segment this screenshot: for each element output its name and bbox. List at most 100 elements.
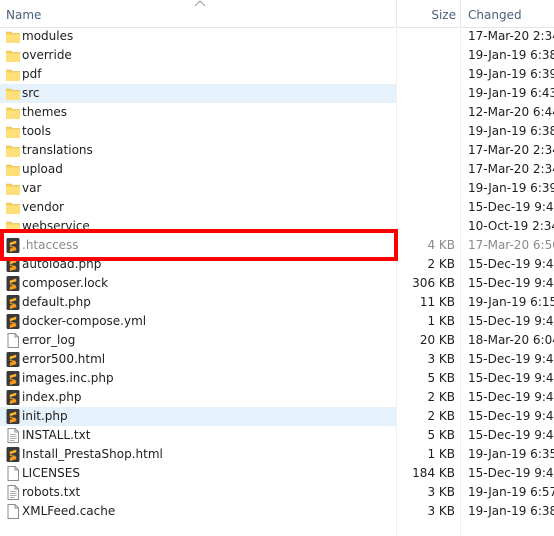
blank-file-icon xyxy=(5,503,21,520)
file-size: 3 KB xyxy=(427,352,455,366)
file-changed-date: 19-Jan-19 6:38:0 xyxy=(468,124,554,138)
file-name: INSTALL.txt xyxy=(22,428,91,442)
file-name: default.php xyxy=(22,295,91,309)
folder-icon xyxy=(5,180,21,197)
sublime-file-icon xyxy=(5,237,21,254)
file-row[interactable]: default.php 11 KB 19-Jan-19 6:15:3 xyxy=(0,293,554,312)
file-row[interactable]: vendor 15-Dec-19 9:47:0 xyxy=(0,198,554,217)
file-name: webservice xyxy=(22,219,90,233)
file-name: index.php xyxy=(22,390,82,404)
file-name: pdf xyxy=(22,67,42,81)
file-name: .htaccess xyxy=(22,238,79,252)
file-changed-date: 15-Dec-19 9:42:4 xyxy=(468,371,554,385)
file-row[interactable]: error_log 20 KB 18-Mar-20 6:04:4 xyxy=(0,331,554,350)
file-changed-date: 15-Dec-19 9:42:4 xyxy=(468,314,554,328)
file-row[interactable]: index.php 2 KB 15-Dec-19 9:42:4 xyxy=(0,388,554,407)
file-row[interactable]: override 19-Jan-19 6:38:4 xyxy=(0,46,554,65)
file-row[interactable]: images.inc.php 5 KB 15-Dec-19 9:42:4 xyxy=(0,369,554,388)
folder-icon xyxy=(5,85,21,102)
sublime-file-icon xyxy=(5,313,21,330)
file-name: themes xyxy=(22,105,68,119)
file-row[interactable]: LICENSES 184 KB 15-Dec-19 9:42:2 xyxy=(0,464,554,483)
file-row[interactable]: autoload.php 2 KB 15-Dec-19 9:42:4 xyxy=(0,255,554,274)
file-size: 3 KB xyxy=(427,504,455,518)
folder-icon xyxy=(5,218,21,235)
blank-file-icon xyxy=(5,332,21,349)
column-separator[interactable] xyxy=(460,0,461,27)
file-changed-date: 10-Oct-19 2:34:3 xyxy=(468,219,554,233)
file-size: 2 KB xyxy=(427,390,455,404)
file-changed-date: 15-Dec-19 9:42:4 xyxy=(468,257,554,271)
file-changed-date: 15-Dec-19 9:47:0 xyxy=(468,200,554,214)
file-size: 184 KB xyxy=(412,466,455,480)
file-row[interactable]: translations 17-Mar-20 2:34:5 xyxy=(0,141,554,160)
file-row[interactable]: Install_PrestaShop.html 1 KB 19-Jan-19 6:3… xyxy=(0,445,554,464)
file-row[interactable]: INSTALL.txt 5 KB 15-Dec-19 9:42:2 xyxy=(0,426,554,445)
column-header-changed[interactable]: Changed xyxy=(468,0,554,27)
file-changed-date: 19-Jan-19 6:35:3 xyxy=(468,447,554,461)
file-name: images.inc.php xyxy=(22,371,114,385)
file-name: Install_PrestaShop.html xyxy=(22,447,163,461)
blank-file-icon xyxy=(5,465,21,482)
folder-icon xyxy=(5,66,21,83)
file-changed-date: 15-Dec-19 9:42:2 xyxy=(468,466,554,480)
file-row[interactable]: tools 19-Jan-19 6:38:0 xyxy=(0,122,554,141)
file-size: 306 KB xyxy=(412,276,455,290)
file-name: docker-compose.yml xyxy=(22,314,147,328)
file-size: 5 KB xyxy=(427,428,455,442)
sublime-file-icon xyxy=(5,294,21,311)
folder-icon xyxy=(5,199,21,216)
file-row[interactable]: var 19-Jan-19 6:39:1 xyxy=(0,179,554,198)
file-row[interactable]: .htaccess 4 KB 17-Mar-20 6:50:0 xyxy=(0,236,554,255)
file-name: var xyxy=(22,181,42,195)
file-changed-date: 12-Mar-20 6:44:2 xyxy=(468,105,554,119)
column-header-size[interactable]: Size xyxy=(398,0,456,27)
file-row[interactable]: composer.lock 306 KB 15-Dec-19 9:42:4 xyxy=(0,274,554,293)
sublime-file-icon xyxy=(5,351,21,368)
file-row[interactable]: webservice 10-Oct-19 2:34:3 xyxy=(0,217,554,236)
sublime-file-icon xyxy=(5,370,21,387)
file-row[interactable]: init.php 2 KB 15-Dec-19 9:42:4 xyxy=(0,407,554,426)
file-name: autoload.php xyxy=(22,257,102,271)
file-changed-date: 19-Jan-19 6:15:3 xyxy=(468,295,554,309)
file-size: 2 KB xyxy=(427,257,455,271)
file-row[interactable]: src 19-Jan-19 6:43:0 xyxy=(0,84,554,103)
file-changed-date: 19-Jan-19 6:39:1 xyxy=(468,67,554,81)
folder-icon xyxy=(5,142,21,159)
file-name: upload xyxy=(22,162,63,176)
file-changed-date: 19-Jan-19 6:57:5 xyxy=(468,485,554,499)
file-changed-date: 18-Mar-20 6:04:4 xyxy=(468,333,554,347)
sort-ascending-icon xyxy=(194,0,206,7)
column-separator[interactable] xyxy=(396,0,397,27)
folder-icon xyxy=(5,161,21,178)
folder-icon xyxy=(5,104,21,121)
file-name: tools xyxy=(22,124,51,138)
file-row[interactable]: docker-compose.yml 1 KB 15-Dec-19 9:42:4 xyxy=(0,312,554,331)
sublime-file-icon xyxy=(5,389,21,406)
file-name: override xyxy=(22,48,72,62)
text-file-icon xyxy=(5,427,21,444)
file-name: error_log xyxy=(22,333,76,347)
file-row[interactable]: XMLFeed.cache 3 KB 19-Jan-19 6:38:0 xyxy=(0,502,554,521)
file-changed-date: 19-Jan-19 6:43:0 xyxy=(468,86,554,100)
file-name: error500.html xyxy=(22,352,106,366)
file-size: 1 KB xyxy=(427,447,455,461)
file-list-pane: Name Size Changed modules 17-Mar-20 2:34:… xyxy=(0,0,554,536)
file-changed-date: 17-Mar-20 6:50:0 xyxy=(468,238,554,252)
file-name: LICENSES xyxy=(22,466,80,480)
file-changed-date: 17-Mar-20 2:34:5 xyxy=(468,162,554,176)
file-row[interactable]: upload 17-Mar-20 2:34:5 xyxy=(0,160,554,179)
file-name: vendor xyxy=(22,200,64,214)
folder-icon xyxy=(5,123,21,140)
file-changed-date: 15-Dec-19 9:42:2 xyxy=(468,428,554,442)
file-row[interactable]: pdf 19-Jan-19 6:39:1 xyxy=(0,65,554,84)
file-size: 2 KB xyxy=(427,409,455,423)
file-row[interactable]: themes 12-Mar-20 6:44:2 xyxy=(0,103,554,122)
file-size: 20 KB xyxy=(419,333,455,347)
file-row[interactable]: modules 17-Mar-20 2:34:4 xyxy=(0,27,554,46)
file-row[interactable]: robots.txt 3 KB 19-Jan-19 6:57:5 xyxy=(0,483,554,502)
file-row[interactable]: error500.html 3 KB 15-Dec-19 9:42:4 xyxy=(0,350,554,369)
file-name: init.php xyxy=(22,409,68,423)
file-name: robots.txt xyxy=(22,485,81,499)
file-changed-date: 19-Jan-19 6:38:4 xyxy=(468,48,554,62)
